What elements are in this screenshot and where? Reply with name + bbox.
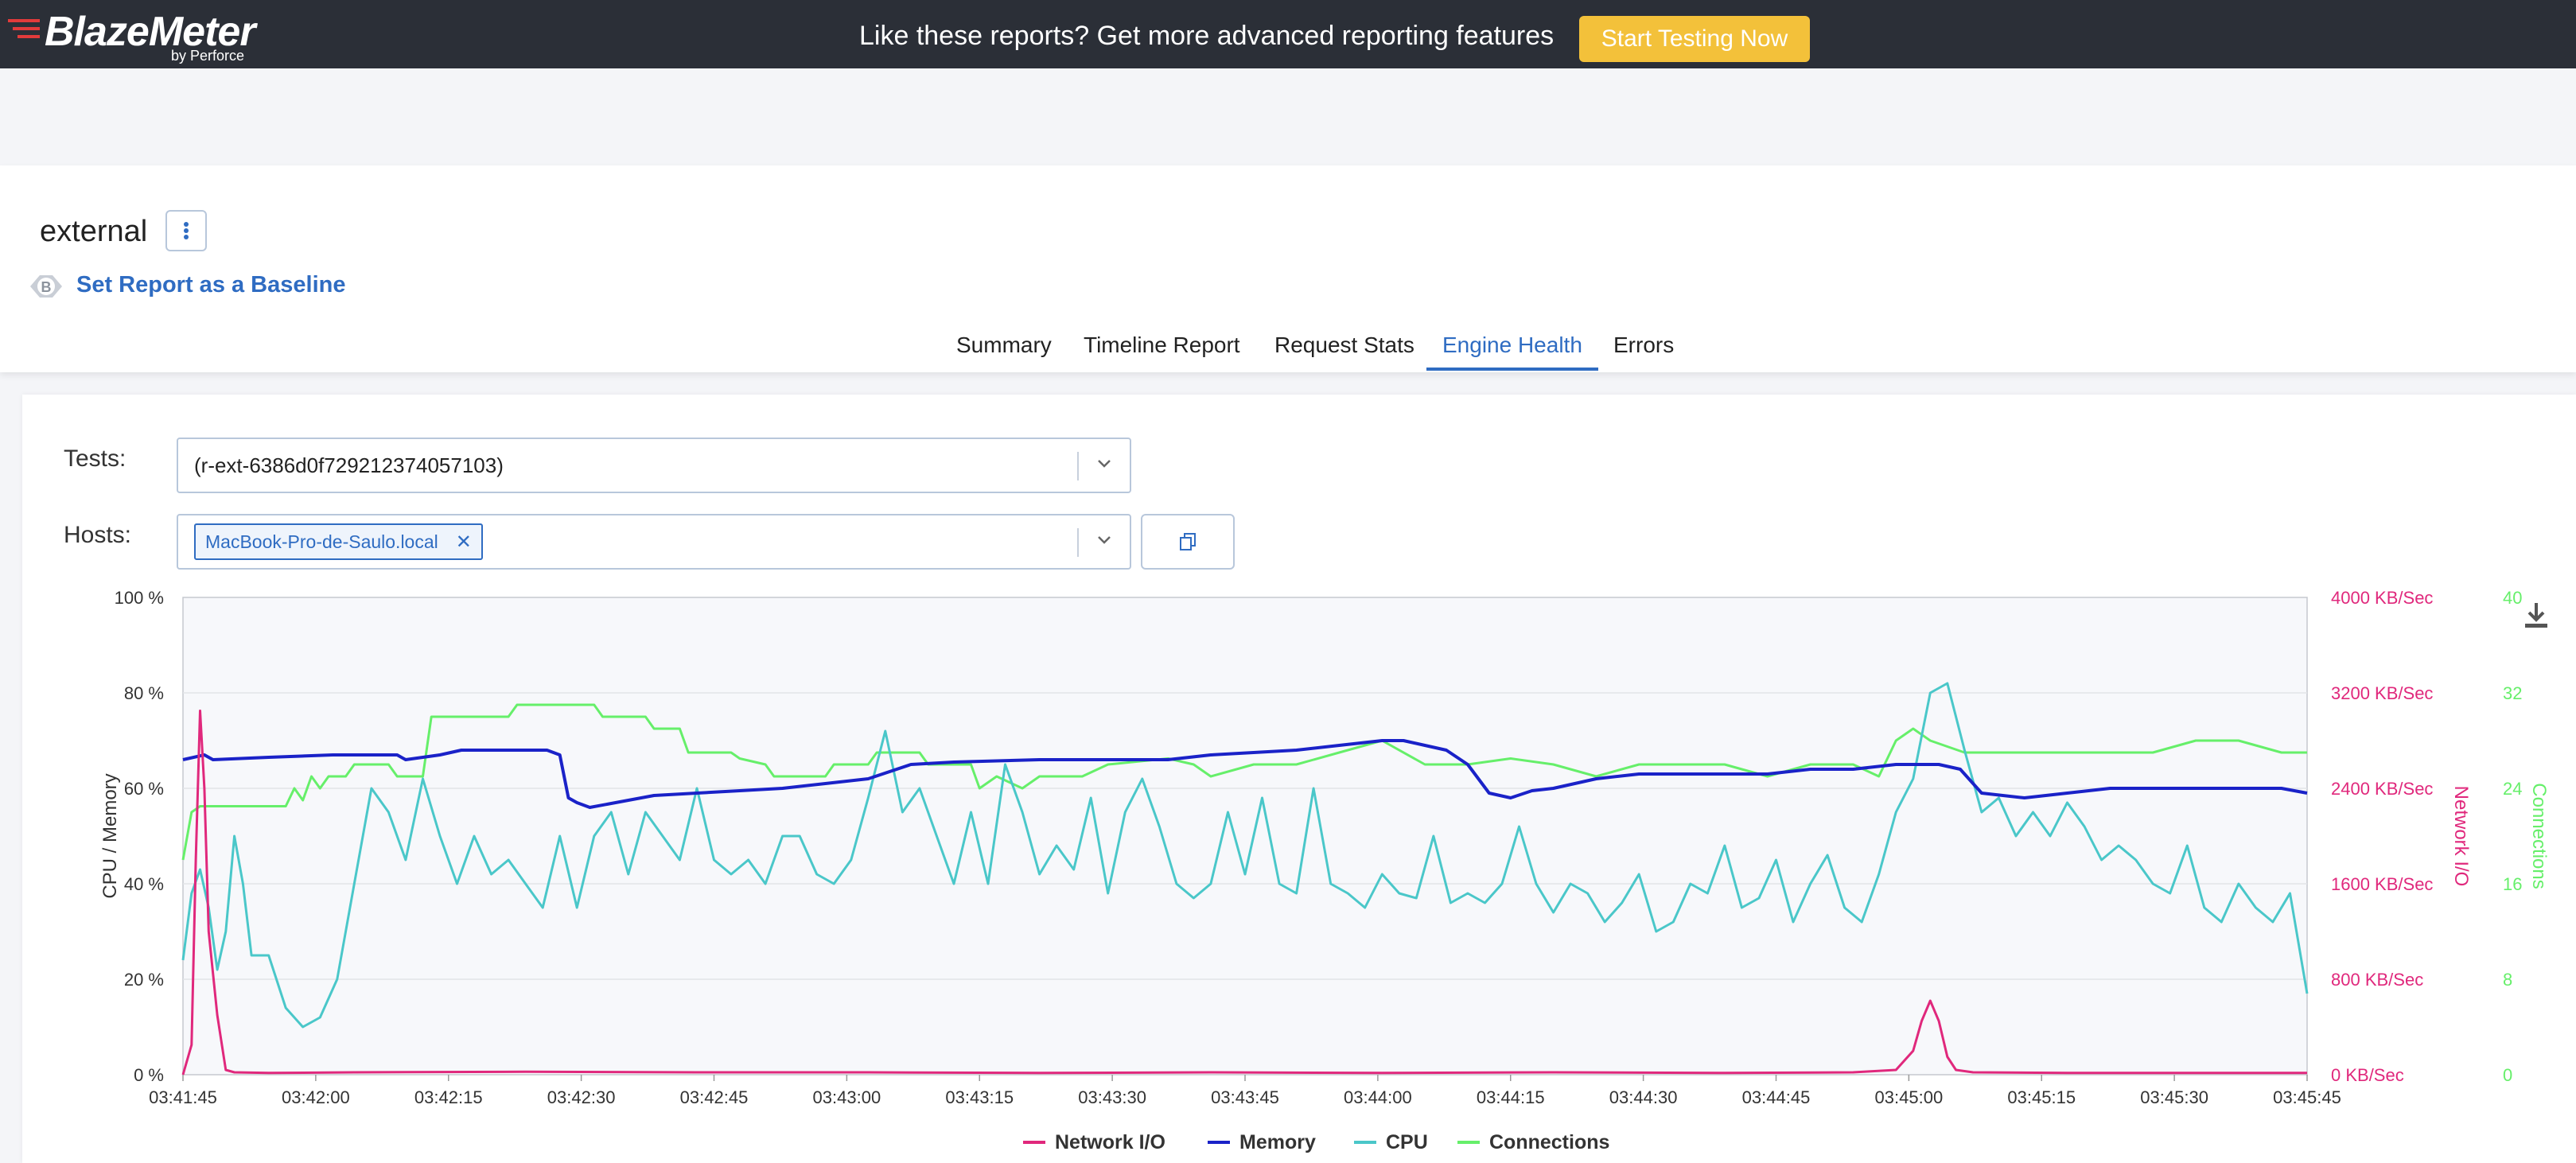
plot-area bbox=[182, 597, 2308, 1075]
network-axis-ticks: 0 KB/Sec 800 KB/Sec 1600 KB/Sec 2400 KB/Sec… bbox=[2331, 588, 2433, 1085]
left-tick-label: 20 % bbox=[124, 970, 164, 990]
legend-item-connections[interactable]: Connections bbox=[1457, 1131, 1609, 1153]
y-axis-label-network: Network I/O bbox=[2450, 786, 2472, 887]
legend-item-cpu[interactable]: CPU bbox=[1354, 1131, 1428, 1153]
x-tick-label: 03:42:30 bbox=[547, 1087, 616, 1107]
connections-tick-label: 8 bbox=[2503, 970, 2512, 990]
left-tick-label: 60 % bbox=[124, 779, 164, 799]
x-tick-label: 03:41:45 bbox=[149, 1087, 217, 1107]
left-tick-label: 100 % bbox=[115, 588, 164, 608]
report-menu-button[interactable] bbox=[165, 210, 207, 251]
chart-legend: Network I/O Memory CPU Connections bbox=[1023, 1131, 1609, 1153]
x-tick-label: 03:45:00 bbox=[1875, 1087, 1944, 1107]
x-tick-label: 03:44:45 bbox=[1742, 1087, 1811, 1107]
x-tick-label: 03:45:45 bbox=[2273, 1087, 2341, 1107]
logo-subtitle: by Perforce bbox=[171, 48, 245, 64]
connections-tick-label: 0 bbox=[2503, 1065, 2512, 1085]
report-title: external bbox=[40, 215, 148, 248]
logo-stripes-icon bbox=[8, 19, 40, 38]
x-tick-label: 03:43:00 bbox=[813, 1087, 881, 1107]
x-tick-label: 03:43:15 bbox=[945, 1087, 1014, 1107]
x-tick-label: 03:45:30 bbox=[2140, 1087, 2208, 1107]
x-tick-label: 03:43:30 bbox=[1078, 1087, 1146, 1107]
connections-axis-ticks: 0 8 16 24 32 40 bbox=[2503, 588, 2522, 1085]
x-tick-label: 03:44:15 bbox=[1477, 1087, 1545, 1107]
active-tab-indicator bbox=[1426, 368, 1598, 371]
start-testing-button[interactable]: Start Testing Now bbox=[1579, 16, 1810, 62]
legend-label: CPU bbox=[1386, 1131, 1428, 1153]
legend-item-network-i-o[interactable]: Network I/O bbox=[1023, 1131, 1165, 1153]
tab-request-stats[interactable]: Request Stats bbox=[1274, 333, 1414, 372]
network-tick-label: 4000 KB/Sec bbox=[2331, 588, 2433, 608]
svg-text:B: B bbox=[41, 279, 52, 295]
legend-label: Network I/O bbox=[1055, 1131, 1165, 1153]
tab-errors[interactable]: Errors bbox=[1613, 333, 1674, 372]
left-tick-label: 80 % bbox=[124, 683, 164, 703]
kebab-icon bbox=[184, 222, 189, 239]
legend-label: Connections bbox=[1489, 1131, 1609, 1153]
tab-summary[interactable]: Summary bbox=[956, 333, 1052, 372]
x-tick-label: 03:42:45 bbox=[680, 1087, 749, 1107]
download-icon[interactable] bbox=[2520, 600, 2552, 632]
legend-label: Memory bbox=[1239, 1131, 1316, 1153]
tab-engine-health[interactable]: Engine Health bbox=[1442, 333, 1582, 372]
x-tick-label: 03:43:45 bbox=[1211, 1087, 1279, 1107]
baseline-badge-icon: B bbox=[30, 275, 62, 298]
x-tick-label: 03:44:00 bbox=[1344, 1087, 1412, 1107]
promo-text: Like these reports? Get more advanced re… bbox=[859, 21, 1555, 51]
left-tick-label: 40 % bbox=[124, 874, 164, 894]
set-baseline-link[interactable]: Set Report as a Baseline bbox=[76, 272, 345, 298]
x-tick-label: 03:45:15 bbox=[2007, 1087, 2076, 1107]
network-tick-label: 800 KB/Sec bbox=[2331, 970, 2423, 990]
network-tick-label: 1600 KB/Sec bbox=[2331, 874, 2433, 894]
network-tick-label: 3200 KB/Sec bbox=[2331, 683, 2433, 703]
network-tick-label: 2400 KB/Sec bbox=[2331, 779, 2433, 799]
connections-tick-label: 24 bbox=[2503, 779, 2522, 799]
x-tick-label: 03:44:30 bbox=[1609, 1087, 1678, 1107]
left-axis-ticks: 0 % 20 % 40 % 60 % 80 % 100 % bbox=[115, 588, 164, 1085]
report-tabs: Summary Timeline Report Request Stats En… bbox=[0, 333, 2576, 372]
network-tick-label: 0 KB/Sec bbox=[2331, 1065, 2404, 1085]
left-tick-label: 0 % bbox=[134, 1065, 164, 1085]
engine-health-chart: 0 %20 %40 %60 %80 %100 % 0 KB/Sec800 KB/… bbox=[99, 588, 2552, 1153]
blazemeter-logo[interactable]: BlazeMeter by Perforce bbox=[8, 6, 263, 64]
report-header: external B Set Report as a Baseline Summ… bbox=[0, 165, 2576, 372]
y-axis-label-connections: Connections bbox=[2528, 783, 2550, 889]
x-tick-label: 03:42:15 bbox=[414, 1087, 483, 1107]
y-axis-label-left: CPU / Memory bbox=[99, 773, 121, 898]
connections-tick-label: 40 bbox=[2503, 588, 2522, 608]
top-banner: BlazeMeter by Perforce Like these report… bbox=[0, 0, 2576, 68]
tab-timeline-report[interactable]: Timeline Report bbox=[1084, 333, 1240, 372]
x-axis-ticks: 03:41:45 03:42:00 03:42:15 03:42:30 03:42:45… bbox=[149, 1075, 2341, 1107]
connections-tick-label: 16 bbox=[2503, 874, 2522, 894]
connections-tick-label: 32 bbox=[2503, 683, 2522, 703]
x-tick-label: 03:42:00 bbox=[282, 1087, 350, 1107]
engine-health-card: Tests: (r-ext-6386d0f729212374057103) Ho… bbox=[22, 395, 2576, 1163]
legend-item-memory[interactable]: Memory bbox=[1208, 1131, 1316, 1153]
